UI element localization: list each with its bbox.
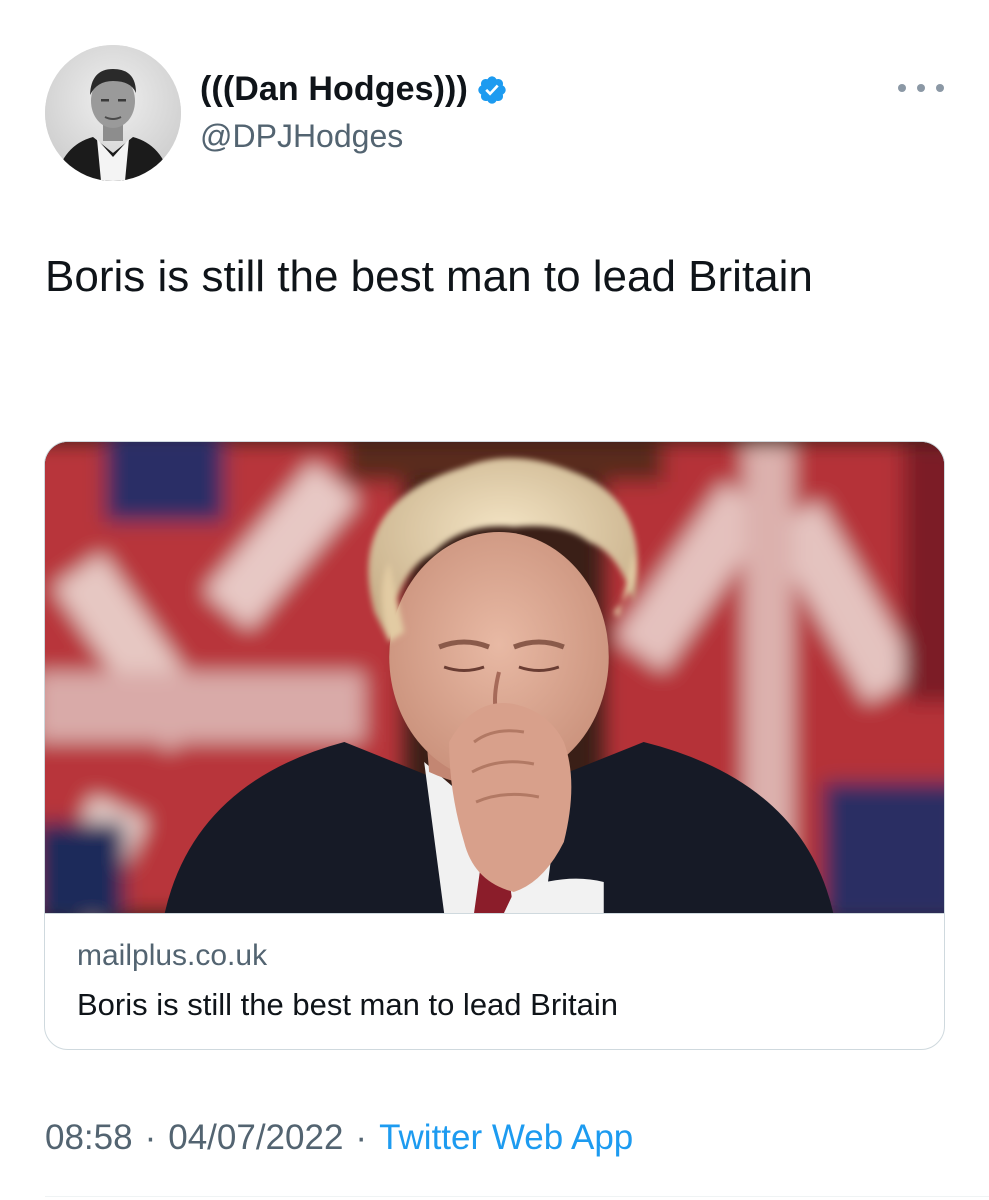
dot-icon xyxy=(917,84,925,92)
verified-badge-icon xyxy=(476,74,508,106)
tweet-time[interactable]: 08:58 xyxy=(45,1118,133,1158)
dot-icon xyxy=(898,84,906,92)
link-preview-image[interactable] xyxy=(45,442,944,913)
tweet-date[interactable]: 04/07/2022 xyxy=(168,1118,343,1158)
link-domain[interactable]: mailplus.co.uk xyxy=(77,939,267,973)
article-photo xyxy=(45,442,944,913)
tweet-source-link[interactable]: Twitter Web App xyxy=(379,1118,633,1158)
link-preview-card[interactable]: mailplus.co.uk Boris is still the best m… xyxy=(44,441,945,1050)
dot-icon xyxy=(936,84,944,92)
tweet-meta: 08:58 · 04/07/2022 · Twitter Web App xyxy=(45,1118,633,1158)
meta-separator: · xyxy=(355,1118,368,1157)
meta-separator: · xyxy=(144,1118,157,1157)
author-name-row[interactable]: (((Dan Hodges))) xyxy=(200,70,508,109)
more-horizontal-icon[interactable] xyxy=(898,70,944,106)
author-handle[interactable]: @DPJHodges xyxy=(200,118,403,155)
tweet-text: Boris is still the best man to lead Brit… xyxy=(45,252,813,301)
profile-photo xyxy=(45,45,181,181)
display-name[interactable]: (((Dan Hodges))) xyxy=(200,70,468,109)
avatar[interactable] xyxy=(45,45,181,181)
divider xyxy=(45,1196,989,1197)
card-divider xyxy=(45,913,944,914)
tweet: (((Dan Hodges))) @DPJHodges Boris is sti… xyxy=(0,0,989,1200)
link-title[interactable]: Boris is still the best man to lead Brit… xyxy=(77,987,618,1023)
